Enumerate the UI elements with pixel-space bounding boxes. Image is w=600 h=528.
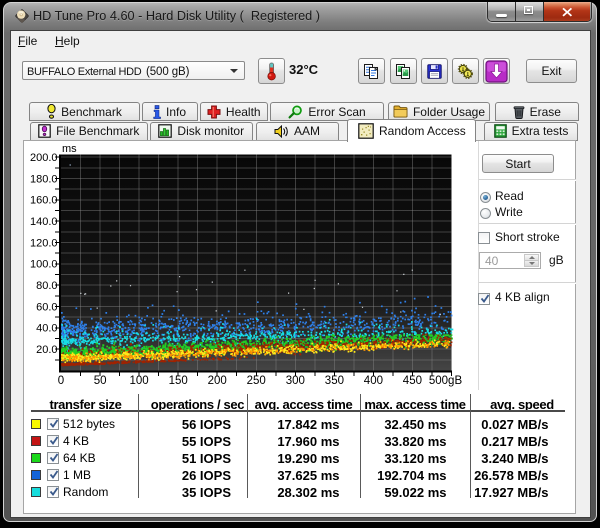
svg-text:400: 400 <box>364 375 383 387</box>
svg-text:100.0: 100.0 <box>30 259 58 271</box>
svg-text:ms: ms <box>62 143 77 155</box>
svg-text:20.0: 20.0 <box>36 344 57 356</box>
svg-text:350: 350 <box>325 375 344 387</box>
svg-text:100: 100 <box>130 375 149 387</box>
svg-text:0: 0 <box>58 375 64 387</box>
svg-text:200: 200 <box>208 375 227 387</box>
svg-text:80.0: 80.0 <box>36 280 57 292</box>
svg-text:500gB: 500gB <box>429 375 463 387</box>
svg-text:450: 450 <box>403 375 422 387</box>
svg-text:180.0: 180.0 <box>30 173 58 185</box>
svg-text:300: 300 <box>286 375 305 387</box>
svg-text:120.0: 120.0 <box>30 237 58 249</box>
svg-text:140.0: 140.0 <box>30 216 58 228</box>
svg-text:40.0: 40.0 <box>36 323 57 335</box>
svg-text:250: 250 <box>247 375 266 387</box>
svg-text:160.0: 160.0 <box>30 195 58 207</box>
svg-text:150: 150 <box>169 375 188 387</box>
svg-text:60.0: 60.0 <box>36 301 57 313</box>
svg-text:50: 50 <box>94 375 107 387</box>
svg-text:200.0: 200.0 <box>30 152 58 164</box>
